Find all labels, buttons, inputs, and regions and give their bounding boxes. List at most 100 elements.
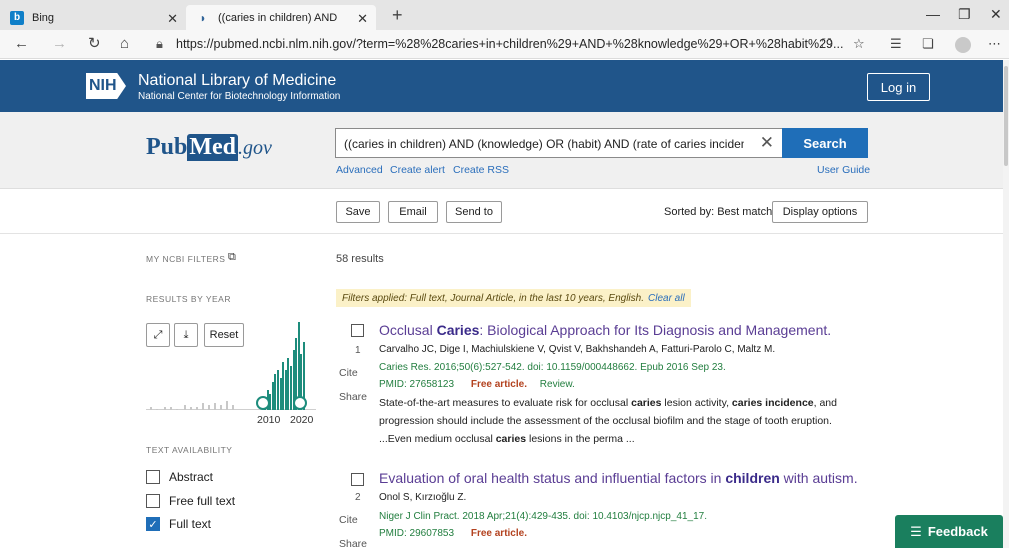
cite-button[interactable]: Cite	[339, 514, 358, 526]
result-title-link[interactable]: Occlusal Caries: Biological Approach for…	[379, 322, 831, 338]
histogram-bar[interactable]	[150, 407, 152, 410]
full-text-label[interactable]: Full text	[169, 517, 211, 531]
result-checkbox[interactable]	[351, 324, 364, 337]
result-authors: Carvalho JC, Dige I, Machiulskiene V, Qv…	[379, 344, 776, 355]
result-pmid: PMID: 27658123	[379, 379, 455, 390]
refresh-icon[interactable]: ↻	[88, 35, 101, 53]
feedback-button[interactable]: ☰ Feedback	[895, 515, 1003, 548]
favorite-star-icon[interactable]: ☆	[853, 36, 865, 52]
scrollbar-thumb[interactable]	[1004, 66, 1008, 166]
free-full-text-checkbox[interactable]	[146, 494, 160, 508]
title-part: Evaluation of oral health status and inf…	[379, 470, 726, 486]
user-guide-link[interactable]: User Guide	[817, 164, 870, 176]
tab-bing[interactable]: b Bing ✕	[0, 5, 186, 30]
send-to-button[interactable]: Send to	[446, 201, 502, 223]
histogram-bar[interactable]	[226, 401, 228, 410]
save-button[interactable]: Save	[336, 201, 380, 223]
bing-favicon-icon: b	[10, 10, 24, 25]
home-icon[interactable]: ⌂	[120, 35, 129, 53]
search-input[interactable]: ((caries in children) AND (knowledge) OR…	[335, 128, 783, 158]
nih-header: NIH National Library of Medicine Nationa…	[0, 60, 1009, 112]
histogram-bar[interactable]	[164, 407, 166, 410]
feedback-icon: ☰	[910, 523, 922, 539]
pubmed-logo[interactable]: PubMed .gov	[146, 134, 272, 161]
sorted-by-label[interactable]: Sorted by: Best match	[664, 206, 772, 218]
collections-icon[interactable]: ❏	[922, 36, 934, 52]
result-citation: Caries Res. 2016;50(6):527-542. doi: 10.…	[379, 362, 726, 373]
result-number: 2	[355, 492, 361, 503]
snippet-highlight: caries incidence	[731, 397, 814, 409]
lock-icon[interactable]: 🔒︎	[156, 36, 163, 52]
share-button[interactable]: Share	[339, 538, 367, 548]
free-article-badge: Free article.	[470, 379, 527, 390]
tab-title: Bing	[32, 11, 55, 24]
favorites-list-icon[interactable]: ☰	[890, 36, 902, 52]
title-part: with autism.	[779, 470, 858, 486]
year-range-start-handle[interactable]	[256, 396, 270, 410]
ncbi-subtitle: National Center for Biotechnology Inform…	[138, 91, 341, 102]
my-ncbi-filters-heading[interactable]: MY NCBI FILTERS	[146, 254, 225, 264]
free-article-badge: Free article.	[470, 528, 527, 539]
histogram-bar[interactable]	[220, 405, 222, 410]
histogram-bar[interactable]	[196, 407, 198, 410]
full-text-checkbox[interactable]: ✓	[146, 517, 160, 531]
filters-applied-bar: Filters applied: Full text, Journal Arti…	[336, 289, 691, 307]
histogram-bar[interactable]	[176, 409, 178, 410]
snippet-highlight: caries	[495, 433, 527, 445]
create-rss-link[interactable]: Create RSS	[453, 164, 509, 176]
advanced-link[interactable]: Advanced	[336, 164, 383, 176]
histogram-bar[interactable]	[190, 407, 192, 410]
close-window-icon[interactable]: ✕	[990, 6, 1002, 23]
clear-search-icon[interactable]: ✕	[760, 133, 774, 153]
back-icon[interactable]: ←	[14, 35, 29, 53]
read-aloud-icon[interactable]: ⛶	[822, 36, 831, 52]
login-button[interactable]: Log in	[867, 73, 930, 101]
text-availability-heading: TEXT AVAILABILITY	[146, 445, 233, 455]
result-title-link[interactable]: Evaluation of oral health status and inf…	[379, 470, 858, 486]
title-part: Occlusal	[379, 322, 437, 338]
histogram-bar[interactable]	[202, 403, 204, 410]
cite-button[interactable]: Cite	[339, 367, 358, 379]
year-histogram[interactable]	[146, 310, 316, 410]
free-full-text-label[interactable]: Free full text	[169, 494, 235, 508]
profile-avatar[interactable]	[955, 37, 971, 53]
close-tab-icon[interactable]: ✕	[357, 11, 368, 27]
minimize-icon[interactable]: —	[926, 6, 940, 22]
restore-icon[interactable]: ❐	[958, 6, 971, 23]
histogram-bar[interactable]	[208, 405, 210, 410]
display-options-button[interactable]: Display options	[772, 201, 868, 223]
histogram-bar[interactable]	[232, 405, 234, 410]
snippet-text: lesion activity,	[661, 397, 732, 409]
nlm-title[interactable]: National Library of Medicine	[138, 72, 336, 90]
forward-icon[interactable]: →	[52, 35, 67, 53]
result-checkbox[interactable]	[351, 473, 364, 486]
filters-applied-text: Filters applied: Full text, Journal Arti…	[342, 292, 644, 304]
histogram-bar[interactable]	[214, 403, 216, 410]
title-part: : Biological Approach for Its Diagnosis …	[479, 322, 832, 338]
logo-pub: Pub	[146, 134, 188, 160]
abstract-label[interactable]: Abstract	[169, 470, 213, 484]
tab-pubmed[interactable]: ◗ ((caries in children) AND (knowle ✕	[186, 5, 376, 30]
new-tab-icon[interactable]: +	[392, 6, 403, 24]
result-meta: PMID: 29607853 Free article.	[379, 528, 527, 539]
external-link-icon[interactable]: ⧉	[228, 251, 236, 264]
result-pmid: PMID: 29607853	[379, 528, 455, 539]
result-citation: Niger J Clin Pract. 2018 Apr;21(4):429-4…	[379, 511, 707, 522]
histogram-bar[interactable]	[184, 405, 186, 410]
histogram-bar[interactable]	[156, 409, 158, 410]
close-tab-icon[interactable]: ✕	[167, 11, 178, 27]
year-range-end-handle[interactable]	[293, 396, 307, 410]
nih-logo[interactable]: NIH	[86, 73, 126, 99]
email-button[interactable]: Email	[388, 201, 438, 223]
histogram-bar[interactable]	[170, 407, 172, 410]
share-button[interactable]: Share	[339, 391, 367, 403]
url-field[interactable]: https://pubmed.ncbi.nlm.nih.gov/?term=%2…	[176, 37, 843, 51]
search-button[interactable]: Search	[782, 128, 868, 158]
tab-title: ((caries in children) AND (knowle	[218, 11, 338, 24]
result-snippet: ...Even medium occlusal caries lesions i…	[379, 433, 635, 445]
create-alert-link[interactable]: Create alert	[390, 164, 445, 176]
more-menu-icon[interactable]: ⋯	[988, 36, 1001, 52]
logo-med: Med	[187, 134, 239, 161]
abstract-checkbox[interactable]	[146, 470, 160, 484]
clear-all-link[interactable]: Clear all	[648, 293, 685, 304]
